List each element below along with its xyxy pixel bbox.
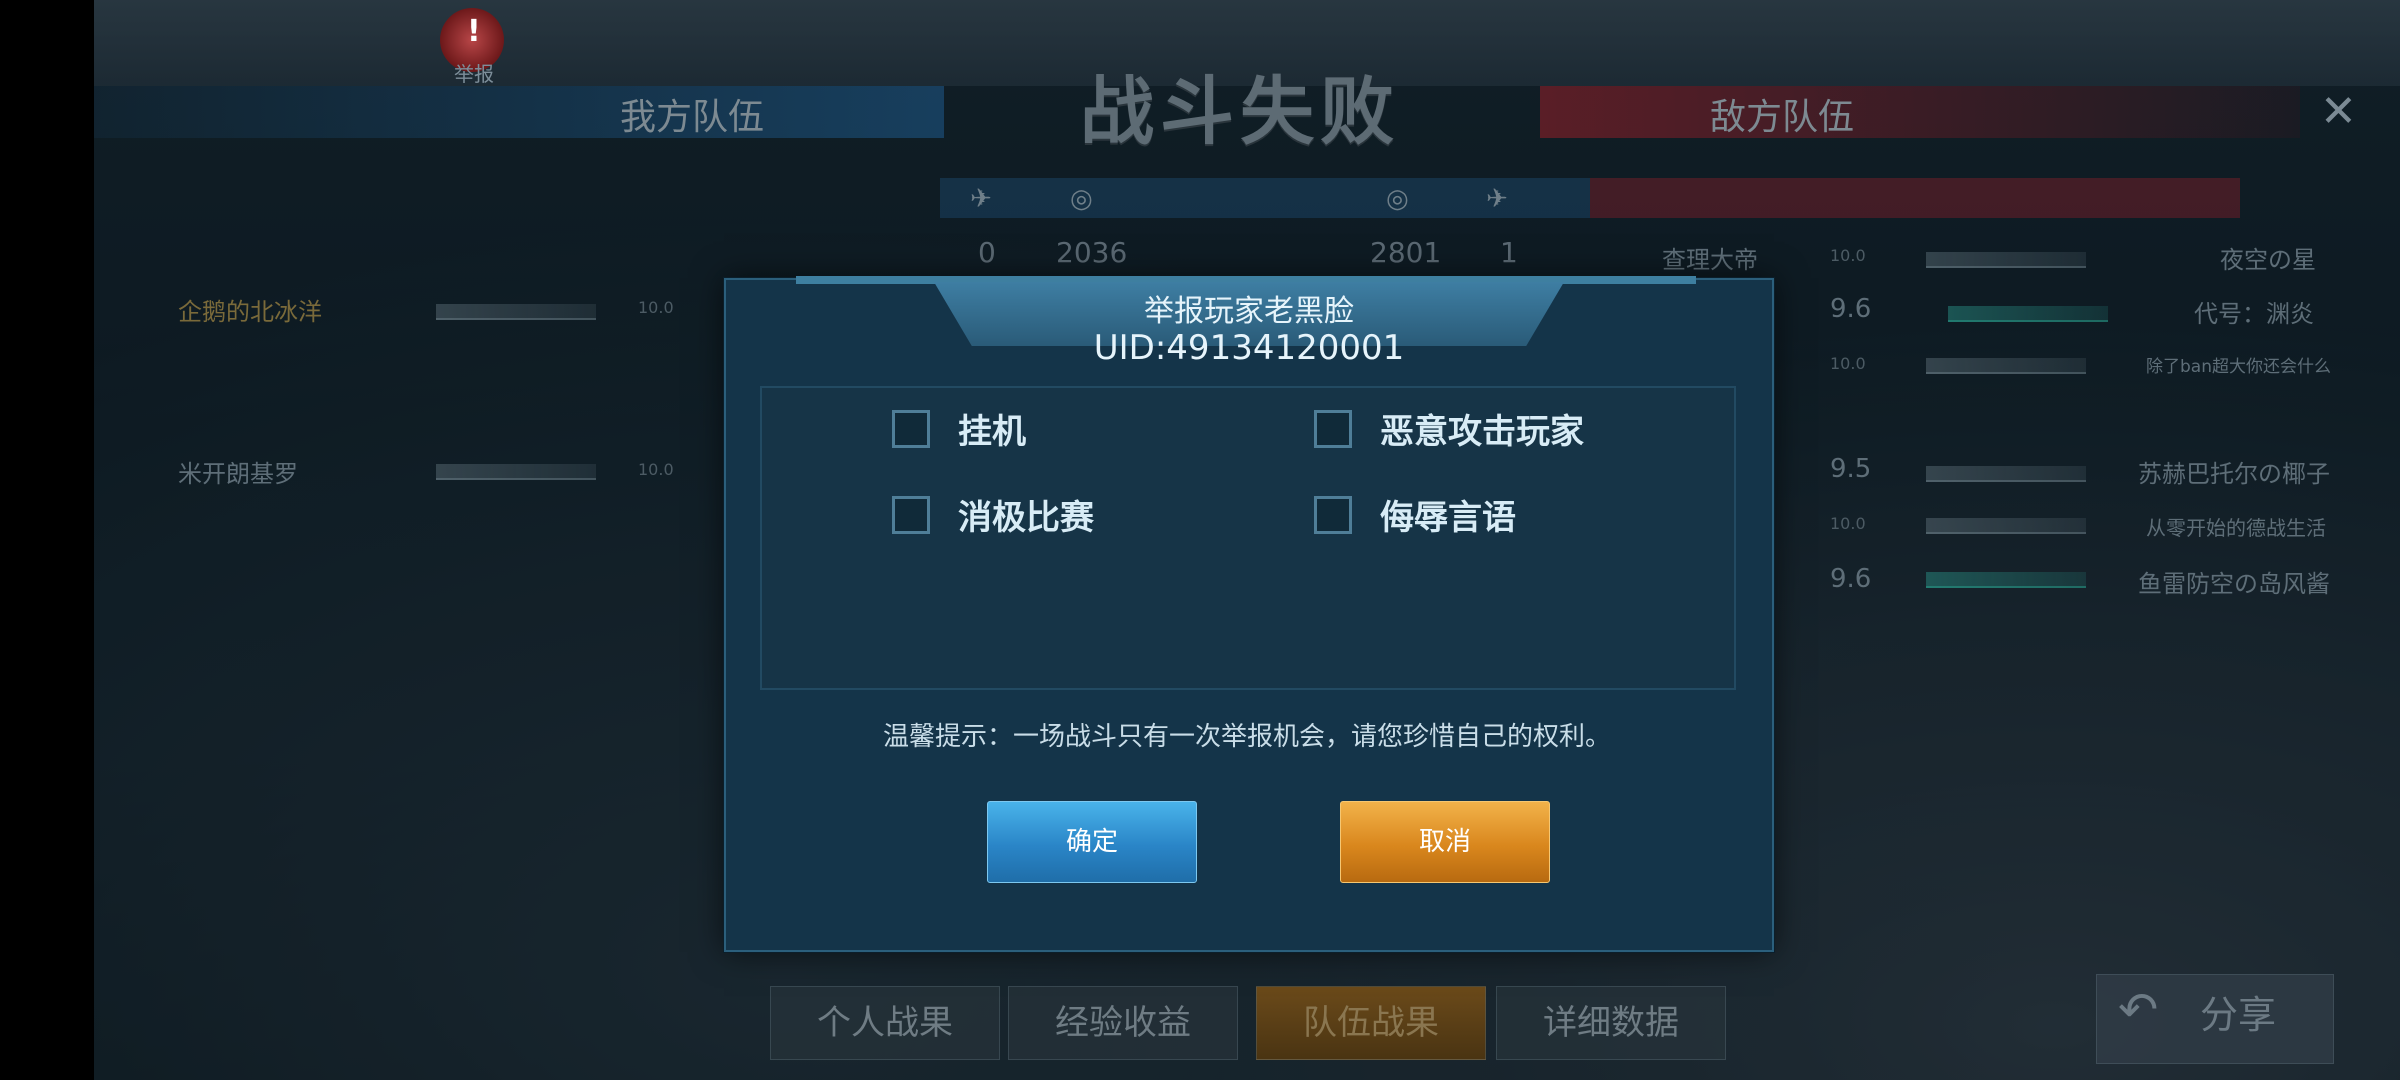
emblem-icon: ◎: [1070, 184, 1093, 214]
confirm-button[interactable]: 确定: [987, 801, 1197, 883]
roster-bar: [1926, 358, 2086, 374]
roster-bar: [1926, 466, 2086, 482]
option-label: 侮辱言语: [1380, 498, 1516, 538]
report-label: 举报: [454, 62, 494, 86]
checkbox[interactable]: [1314, 409, 1352, 448]
tab-team-results[interactable]: 队伍战果: [1256, 986, 1486, 1060]
roster-name: 苏赫巴托尔の椰子: [2138, 460, 2330, 488]
score-band: [940, 178, 2240, 218]
roster-bar: [1948, 306, 2108, 322]
roster-bar: [436, 464, 596, 480]
roster-name: 夜空の星: [2220, 246, 2316, 274]
roster-name: 代号：渊炎: [2194, 300, 2314, 328]
team-right-title: 敌方队伍: [1710, 97, 1855, 138]
checkbox[interactable]: [892, 409, 930, 448]
roster-bar: [1926, 518, 2086, 534]
roster-name: 从零开始的德战生活: [2146, 516, 2326, 540]
team-left-bar: [94, 86, 944, 138]
roster-bar: [436, 304, 596, 320]
roster-score: 10.0: [1830, 354, 1866, 373]
left-black-bar: [0, 0, 94, 1080]
option-malicious-attack[interactable]: 恶意攻击玩家: [1314, 404, 1584, 453]
roster-score: 9.6: [1830, 564, 1872, 594]
team-right-bar: [1540, 86, 2300, 138]
exclamation-icon: !: [467, 14, 481, 49]
roster-score: 10.0: [1830, 514, 1866, 533]
share-arrow-icon: ↶: [2118, 982, 2159, 1038]
tab-detailed-data[interactable]: 详细数据: [1496, 986, 1726, 1060]
option-label: 恶意攻击玩家: [1380, 412, 1584, 452]
tab-experience[interactable]: 经验收益: [1008, 986, 1238, 1060]
roster-name: 查理大帝: [1662, 246, 1758, 274]
left-kills: 0: [978, 236, 996, 269]
roster-score: 10.0: [638, 460, 674, 479]
roster-name: 企鹅的北冰洋: [178, 298, 322, 326]
team-left-title: 我方队伍: [620, 97, 765, 138]
right-kills: 1: [1500, 236, 1518, 269]
plane-icon: ✈: [970, 184, 992, 214]
option-label: 挂机: [958, 412, 1026, 452]
roster-name: 鱼雷防空の岛风酱: [2138, 570, 2330, 598]
roster-score: 10.0: [1830, 246, 1866, 265]
report-tip: 温馨提示：一场战斗只有一次举报机会，请您珍惜自己的权利。: [882, 722, 1611, 752]
tab-personal-results[interactable]: 个人战果: [770, 986, 1000, 1060]
option-negative-play[interactable]: 消极比赛: [892, 490, 1094, 539]
option-insulting-language[interactable]: 侮辱言语: [1314, 490, 1516, 539]
plane-icon: ✈: [1486, 184, 1508, 214]
roster-score: 9.5: [1830, 454, 1872, 484]
battle-result-title: 战斗失败: [1080, 69, 1400, 155]
option-label: 消极比赛: [958, 498, 1094, 538]
dialog-title: 举报玩家老黑脸: [1144, 294, 1354, 329]
option-afk[interactable]: 挂机: [892, 404, 1026, 453]
roster-name: 除了ban超大你还会什么: [2146, 357, 2331, 377]
checkbox[interactable]: [892, 495, 930, 534]
left-score: 2036: [1056, 236, 1128, 269]
roster-score: 10.0: [638, 298, 674, 317]
roster-score: 9.6: [1830, 294, 1872, 324]
right-score: 2801: [1370, 236, 1442, 269]
roster-bar: [1926, 252, 2086, 268]
roster-bar: [1926, 572, 2086, 588]
share-label: 分享: [2200, 993, 2277, 1037]
close-icon[interactable]: ✕: [2320, 86, 2357, 137]
roster-name: 米开朗基罗: [178, 460, 298, 488]
checkbox[interactable]: [1314, 495, 1352, 534]
cancel-button[interactable]: 取消: [1340, 801, 1550, 883]
player-uid: UID:49134120001: [1093, 328, 1405, 368]
emblem-icon: ◎: [1386, 184, 1409, 214]
